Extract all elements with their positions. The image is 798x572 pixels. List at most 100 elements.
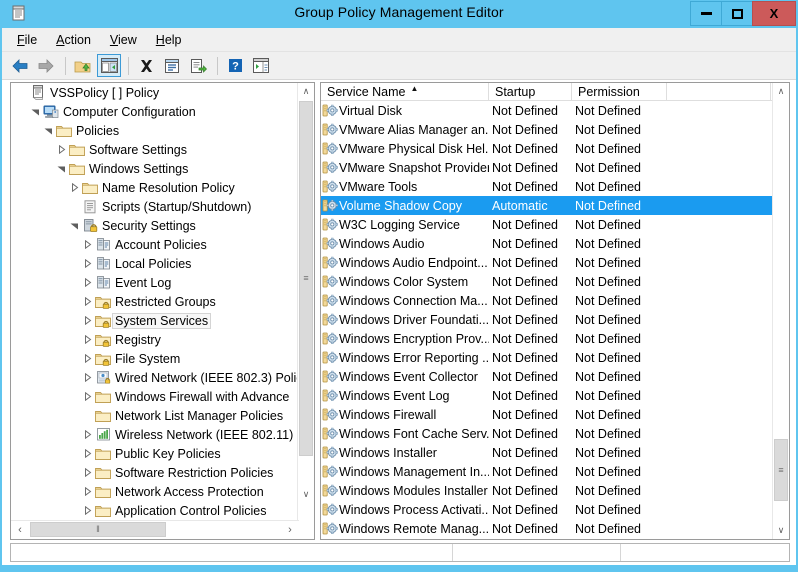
tree-node[interactable]: Windows Firewall with Advance (11, 387, 299, 406)
service-row[interactable]: Windows Encryption Prov...Not DefinedNot… (321, 329, 773, 348)
service-row[interactable]: Windows Font Cache Serv...Not DefinedNot… (321, 424, 773, 443)
tree-expander-expanded-icon[interactable] (67, 218, 81, 234)
back-icon[interactable] (8, 54, 32, 77)
tree-node[interactable]: Software Restriction Policies (11, 463, 299, 482)
tree-node[interactable]: Software Settings (11, 140, 299, 159)
tree-node[interactable]: File System (11, 349, 299, 368)
tree-expander-expanded-icon[interactable] (54, 161, 68, 177)
minimize-button[interactable] (690, 1, 722, 26)
service-row[interactable]: Windows Remote Manag...Not DefinedNot De… (321, 519, 773, 538)
service-row[interactable]: Windows Driver Foundati...Not DefinedNot… (321, 310, 773, 329)
tree-expander-collapsed-icon[interactable] (80, 275, 94, 291)
delete-icon[interactable] (134, 54, 158, 77)
services-list[interactable]: Virtual DiskNot DefinedNot DefinedVMware… (321, 101, 773, 540)
tree-expander-collapsed-icon[interactable] (80, 256, 94, 272)
tree-node[interactable]: Wired Network (IEEE 802.3) Polic (11, 368, 299, 387)
tree-node[interactable]: Event Log (11, 273, 299, 292)
tree-node[interactable]: Computer Configuration (11, 102, 299, 121)
tree-node[interactable]: Restricted Groups (11, 292, 299, 311)
service-row[interactable]: Virtual DiskNot DefinedNot Defined (321, 101, 773, 120)
column-header-startup[interactable]: Startup (489, 83, 572, 101)
menu-view[interactable]: View (101, 30, 147, 50)
close-button[interactable]: X (752, 1, 796, 26)
list-header[interactable]: Service Name▲StartupPermission (321, 83, 773, 101)
tree-horizontal-scrollbar[interactable]: ‹ ‖ › (11, 520, 299, 539)
tree-node[interactable]: Account Policies (11, 235, 299, 254)
tree-expander-collapsed-icon[interactable] (80, 484, 94, 500)
service-row[interactable]: Windows FirewallNot DefinedNot Defined (321, 405, 773, 424)
tree-expander-collapsed-icon[interactable] (80, 503, 94, 519)
service-row[interactable]: Windows Color SystemNot DefinedNot Defin… (321, 272, 773, 291)
forward-icon[interactable] (34, 54, 58, 77)
show-hide-action-pane-icon[interactable] (249, 54, 273, 77)
service-row[interactable]: Windows Process Activati...Not DefinedNo… (321, 500, 773, 519)
tree-node[interactable]: Application Control Policies (11, 501, 299, 520)
tree-node[interactable]: Network Access Protection (11, 482, 299, 501)
list-scroll-down-button[interactable]: ∨ (773, 522, 789, 539)
tree-node[interactable]: Public Key Policies (11, 444, 299, 463)
help-icon[interactable]: ? (223, 54, 247, 77)
tree-vertical-scrollbar[interactable]: ∧ ≡ ∨ (297, 83, 314, 521)
export-list-icon[interactable] (186, 54, 210, 77)
show-hide-console-tree-icon[interactable] (97, 54, 121, 77)
service-row[interactable]: VMware Snapshot ProviderNot DefinedNot D… (321, 158, 773, 177)
tree-node[interactable]: Policies (11, 121, 299, 140)
tree-expander-expanded-icon[interactable] (28, 104, 42, 120)
tree-node[interactable]: VSSPolicy [ ] Policy (11, 83, 299, 102)
tree-expander-collapsed-icon[interactable] (80, 332, 94, 348)
list-vertical-scrollbar[interactable]: ∧ ≡ ∨ (772, 83, 789, 539)
tree-node[interactable]: Network List Manager Policies (11, 406, 299, 425)
column-header-service-name[interactable]: Service Name▲ (321, 83, 489, 101)
tree-expander-expanded-icon[interactable] (41, 123, 55, 139)
tree-expander-collapsed-icon[interactable] (80, 370, 94, 386)
tree-scroll-down-button[interactable]: ∨ (298, 486, 314, 503)
tree-expander-collapsed-icon[interactable] (80, 237, 94, 253)
tree-expander-collapsed-icon[interactable] (67, 180, 81, 196)
service-row[interactable]: Windows InstallerNot DefinedNot Defined (321, 443, 773, 462)
up-one-level-icon[interactable] (71, 54, 95, 77)
tree-node[interactable]: Wireless Network (IEEE 802.11) P (11, 425, 299, 444)
service-row[interactable]: VMware Physical Disk Hel...Not DefinedNo… (321, 139, 773, 158)
tree-node[interactable]: Name Resolution Policy (11, 178, 299, 197)
column-header-blank[interactable] (667, 83, 771, 101)
service-row[interactable]: Windows Event LogNot DefinedNot Defined (321, 386, 773, 405)
tree-expander-collapsed-icon[interactable] (80, 351, 94, 367)
tree-node[interactable]: Windows Settings (11, 159, 299, 178)
console-tree[interactable]: VSSPolicy [ ] PolicyComputer Configurati… (11, 83, 299, 521)
tree-expander-collapsed-icon[interactable] (80, 389, 94, 405)
tree-hscroll-thumb[interactable]: ‖ (30, 522, 166, 537)
service-row[interactable]: Windows Connection Ma...Not DefinedNot D… (321, 291, 773, 310)
tree-scroll-up-button[interactable]: ∧ (298, 83, 314, 100)
tree-expander-collapsed-icon[interactable] (54, 142, 68, 158)
tree-scroll-thumb[interactable]: ≡ (299, 101, 313, 456)
service-row[interactable]: VMware Alias Manager an...Not DefinedNot… (321, 120, 773, 139)
tree-expander-collapsed-icon[interactable] (80, 313, 94, 329)
service-row[interactable]: Windows Modules InstallerNot DefinedNot … (321, 481, 773, 500)
service-row[interactable]: Volume Shadow CopyAutomaticNot Defined (321, 196, 773, 215)
tree-expander-collapsed-icon[interactable] (80, 427, 94, 443)
tree-expander-collapsed-icon[interactable] (80, 465, 94, 481)
service-row[interactable]: Windows Error Reporting ...Not DefinedNo… (321, 348, 773, 367)
tree-node[interactable]: Local Policies (11, 254, 299, 273)
service-row[interactable]: Windows Management In...Not DefinedNot D… (321, 462, 773, 481)
tree-scroll-left-button[interactable]: ‹ (11, 521, 29, 538)
tree-node[interactable]: Security Settings (11, 216, 299, 235)
tree-node[interactable]: System Services (11, 311, 299, 330)
properties-icon[interactable] (160, 54, 184, 77)
tree-node[interactable]: Registry (11, 330, 299, 349)
menu-help[interactable]: Help (147, 30, 192, 50)
list-scroll-up-button[interactable]: ∧ (773, 83, 789, 100)
tree-node[interactable]: Scripts (Startup/Shutdown) (11, 197, 299, 216)
menu-file[interactable]: File (8, 30, 47, 50)
service-row[interactable]: Windows AudioNot DefinedNot Defined (321, 234, 773, 253)
tree-scroll-right-button[interactable]: › (281, 521, 299, 538)
service-row[interactable]: VMware ToolsNot DefinedNot Defined (321, 177, 773, 196)
tree-expander-collapsed-icon[interactable] (80, 446, 94, 462)
service-row[interactable]: Windows Event CollectorNot DefinedNot De… (321, 367, 773, 386)
tree-expander-collapsed-icon[interactable] (80, 294, 94, 310)
menu-action[interactable]: Action (47, 30, 101, 50)
column-header-permission[interactable]: Permission (572, 83, 667, 101)
list-scroll-thumb[interactable]: ≡ (774, 439, 788, 501)
service-row[interactable]: Windows Audio Endpoint...Not DefinedNot … (321, 253, 773, 272)
maximize-button[interactable] (721, 1, 753, 26)
